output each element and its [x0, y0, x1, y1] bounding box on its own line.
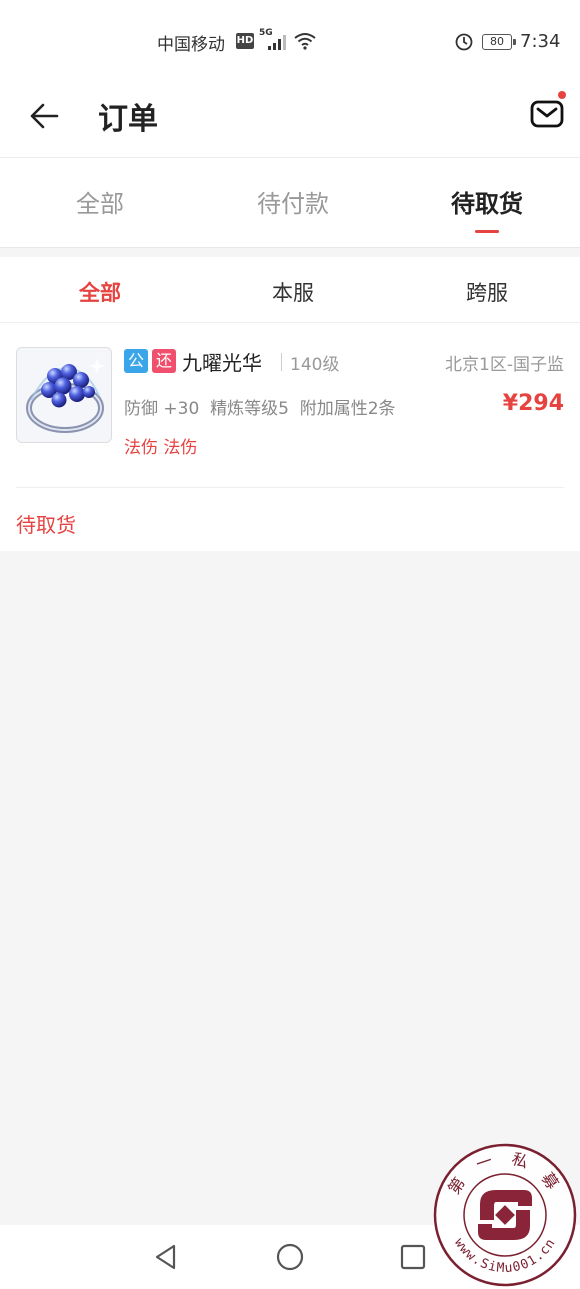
tab-pending-pickup[interactable]: 待取货	[390, 184, 580, 219]
wifi-icon	[294, 33, 316, 50]
carrier-label: 中国移动	[157, 35, 225, 55]
subtab-all[interactable]: 全部	[3, 277, 197, 307]
status-bar: 中国移动 HD 5G 80 7:34	[0, 0, 580, 86]
item-level: 140级	[290, 355, 340, 375]
hd-badge: HD	[236, 33, 254, 49]
ring-icon	[26, 358, 105, 433]
watermark-logo: 第 一 私 募 www.SiMu001.cn	[433, 1143, 577, 1287]
level-divider	[281, 353, 282, 371]
active-tab-indicator	[475, 230, 499, 233]
signal-icon	[268, 35, 286, 50]
status-time: 7:34	[520, 31, 561, 52]
page-title: 订单	[98, 102, 158, 137]
card-divider	[16, 487, 564, 488]
item-effects: 法伤 法伤	[124, 438, 198, 458]
order-tabs: 全部 待付款 待取货	[0, 158, 580, 248]
return-tag: 还	[152, 349, 176, 373]
order-status: 待取货	[16, 513, 76, 537]
item-price: ¥294	[502, 391, 564, 416]
arrow-left-icon[interactable]	[27, 96, 67, 136]
order-card[interactable]: 公 还 九曜光华 140级 北京1区-国子监 防御 +30 精炼等级5 附加属性…	[0, 323, 580, 551]
battery-tip	[513, 39, 516, 45]
item-server: 北京1区-国子监	[445, 355, 564, 375]
item-name: 九曜光华	[182, 351, 262, 375]
item-attributes: 防御 +30 精炼等级5 附加属性2条	[124, 399, 396, 419]
circle-home-icon[interactable]	[274, 1241, 306, 1273]
server-filter-tabs: 全部 本服 跨服	[0, 257, 580, 323]
mail-icon[interactable]	[529, 96, 565, 132]
tab-all[interactable]: 全部	[3, 184, 197, 219]
item-image	[16, 347, 112, 443]
subtab-cross-server[interactable]: 跨服	[390, 277, 580, 307]
public-tag: 公	[124, 349, 148, 373]
notification-dot	[558, 91, 566, 99]
triangle-back-icon[interactable]	[150, 1241, 182, 1273]
square-recent-icon[interactable]	[397, 1241, 429, 1273]
subtab-local-server[interactable]: 本服	[196, 277, 390, 307]
alarm-icon	[455, 33, 473, 51]
battery-indicator: 80	[482, 34, 512, 50]
app-header: 订单	[0, 86, 580, 158]
tab-pending-payment[interactable]: 待付款	[196, 184, 390, 219]
